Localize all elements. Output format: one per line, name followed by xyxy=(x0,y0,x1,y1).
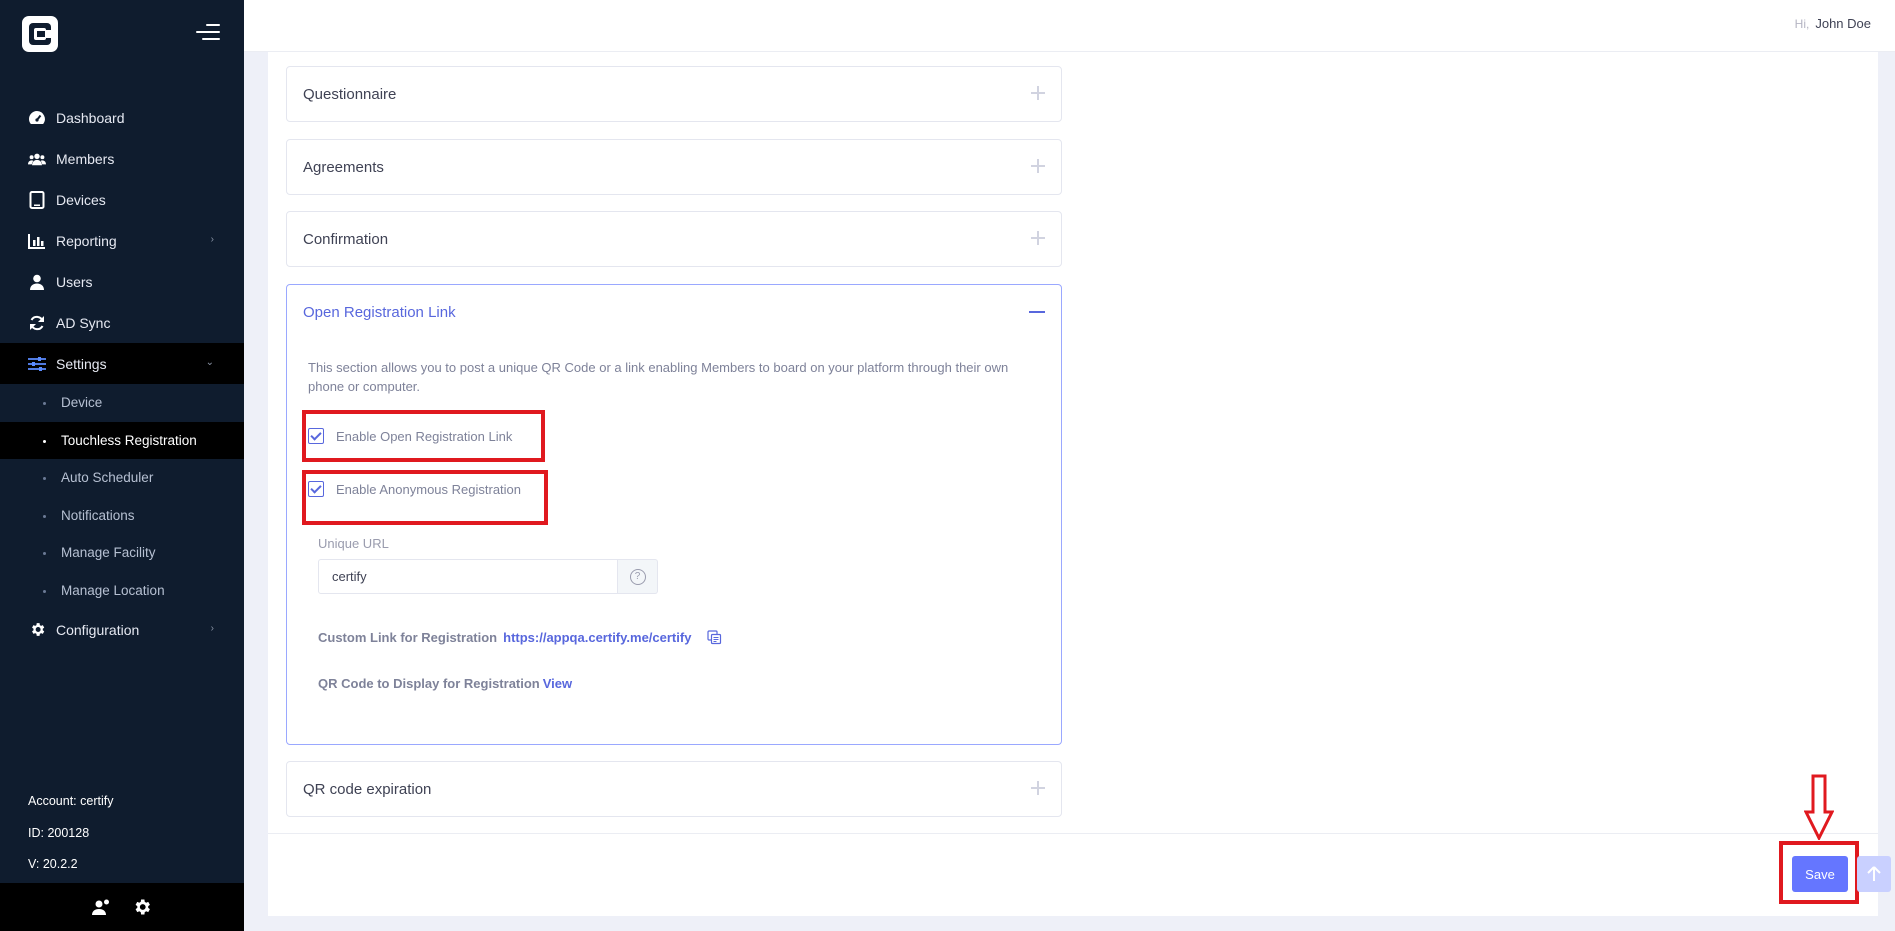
annotation-arrow-icon xyxy=(1804,774,1834,840)
sidebar-item-label: Users xyxy=(56,273,93,290)
sidebar-subitem-label: Notifications xyxy=(61,507,135,523)
sidebar-subitem-label: Auto Scheduler xyxy=(61,470,154,486)
menu-toggle-icon[interactable] xyxy=(196,22,220,42)
expand-plus-icon[interactable] xyxy=(1031,781,1045,795)
sidebar-subitem-device[interactable]: Device xyxy=(0,384,244,422)
qr-code-label: QR Code to Display for Registration xyxy=(318,676,540,691)
collapse-minus-icon[interactable] xyxy=(1029,311,1045,313)
user-greeting[interactable]: Hi, John Doe xyxy=(1795,16,1871,31)
section-description: This section allows you to post a unique… xyxy=(308,360,1009,394)
sidebar-subitem-touchless-registration[interactable]: Touchless Registration xyxy=(0,421,244,459)
unique-url-help-button[interactable]: ? xyxy=(618,559,658,594)
gear-icon xyxy=(28,621,46,639)
annotation-highlight-box xyxy=(302,470,548,525)
sidebar-subitem-label: Manage Facility xyxy=(61,545,156,561)
expand-plus-icon[interactable] xyxy=(1031,159,1045,173)
sidebar-item-dashboard[interactable]: Dashboard xyxy=(0,97,244,138)
expand-plus-icon[interactable] xyxy=(1031,231,1045,245)
sidebar-bottom-bar xyxy=(0,883,244,931)
unique-url-input[interactable]: certify xyxy=(318,559,618,594)
sidebar-subitem-label: Device xyxy=(61,395,103,411)
expand-plus-icon[interactable] xyxy=(1031,86,1045,100)
sidebar-subitem-label: Manage Location xyxy=(61,582,165,598)
settings-gear-icon[interactable] xyxy=(132,897,152,917)
sidebar-item-label: Dashboard xyxy=(56,109,125,126)
sync-icon xyxy=(28,314,46,332)
section-agreements[interactable]: Agreements xyxy=(286,139,1062,195)
footer-divider xyxy=(268,833,1878,834)
sidebar-subitem-manage-facility[interactable]: Manage Facility xyxy=(0,534,244,572)
sidebar-item-reporting[interactable]: Reporting › xyxy=(0,220,244,261)
qr-code-view-link[interactable]: View xyxy=(543,676,572,691)
section-header[interactable]: Open Registration Link xyxy=(287,285,1061,339)
section-title: Open Registration Link xyxy=(303,303,456,321)
annotation-highlight-box xyxy=(302,410,545,462)
top-bar: Hi, John Doe xyxy=(244,0,1895,52)
sidebar-item-label: Configuration xyxy=(56,621,140,638)
sidebar-item-users[interactable]: Users xyxy=(0,261,244,302)
custom-link-label: Custom Link for Registration xyxy=(318,630,498,645)
dashboard-icon xyxy=(28,109,46,127)
arrow-up-icon xyxy=(1867,866,1881,881)
sidebar-subitem-notifications[interactable]: Notifications xyxy=(0,497,244,535)
tablet-icon xyxy=(28,190,46,209)
save-button[interactable]: Save xyxy=(1792,856,1848,892)
custom-link-row: Custom Link for Registration https://app… xyxy=(318,630,722,645)
custom-link-url[interactable]: https://appqa.certify.me/certify xyxy=(503,630,691,645)
sidebar-item-label: Settings xyxy=(56,355,107,372)
chart-icon xyxy=(28,232,46,250)
sidebar-item-configuration[interactable]: Configuration › xyxy=(0,609,244,650)
scroll-to-top-button[interactable] xyxy=(1857,856,1891,892)
sidebar: Dashboard Members Devices Reporting › Us… xyxy=(0,0,244,931)
sidebar-item-label: AD Sync xyxy=(56,314,111,331)
account-id: ID: 200128 xyxy=(28,826,90,840)
chevron-down-icon: ⌄ xyxy=(205,357,214,368)
chevron-right-icon: › xyxy=(210,623,214,634)
sidebar-nav: Dashboard Members Devices Reporting › Us… xyxy=(0,97,244,650)
sidebar-item-label: Devices xyxy=(56,191,106,208)
qr-code-row: QR Code to Display for Registration View xyxy=(318,676,572,691)
account-name: Account: certify xyxy=(28,794,114,808)
section-title: QR code expiration xyxy=(303,780,432,798)
sidebar-item-label: Members xyxy=(56,150,115,167)
user-settings-icon[interactable] xyxy=(91,897,111,917)
greeting-prefix: Hi, xyxy=(1794,17,1810,31)
app-logo[interactable] xyxy=(22,16,58,52)
copy-icon[interactable] xyxy=(707,630,722,645)
section-questionnaire[interactable]: Questionnaire xyxy=(286,66,1062,122)
chevron-right-icon: › xyxy=(210,234,214,245)
app-version: V: 20.2.2 xyxy=(28,857,78,871)
section-qr-code-expiration[interactable]: QR code expiration xyxy=(286,761,1062,817)
sidebar-item-label: Reporting xyxy=(56,232,117,249)
help-icon: ? xyxy=(629,568,646,585)
user-name: John Doe xyxy=(1815,16,1871,31)
members-icon xyxy=(28,150,46,168)
sidebar-subitem-manage-location[interactable]: Manage Location xyxy=(0,572,244,610)
section-title: Agreements xyxy=(303,158,384,176)
sidebar-item-settings[interactable]: Settings ⌄ xyxy=(0,343,244,384)
sidebar-item-members[interactable]: Members xyxy=(0,138,244,179)
user-icon xyxy=(28,273,46,291)
section-confirmation[interactable]: Confirmation xyxy=(286,211,1062,267)
sidebar-subitem-auto-scheduler[interactable]: Auto Scheduler xyxy=(0,459,244,497)
section-title: Confirmation xyxy=(303,230,389,248)
sidebar-subitem-label: Touchless Registration xyxy=(61,432,197,448)
unique-url-label: Unique URL xyxy=(318,536,389,551)
section-title: Questionnaire xyxy=(303,85,397,103)
sidebar-item-ad-sync[interactable]: AD Sync xyxy=(0,302,244,343)
sidebar-item-devices[interactable]: Devices xyxy=(0,179,244,220)
sliders-icon xyxy=(28,355,46,373)
